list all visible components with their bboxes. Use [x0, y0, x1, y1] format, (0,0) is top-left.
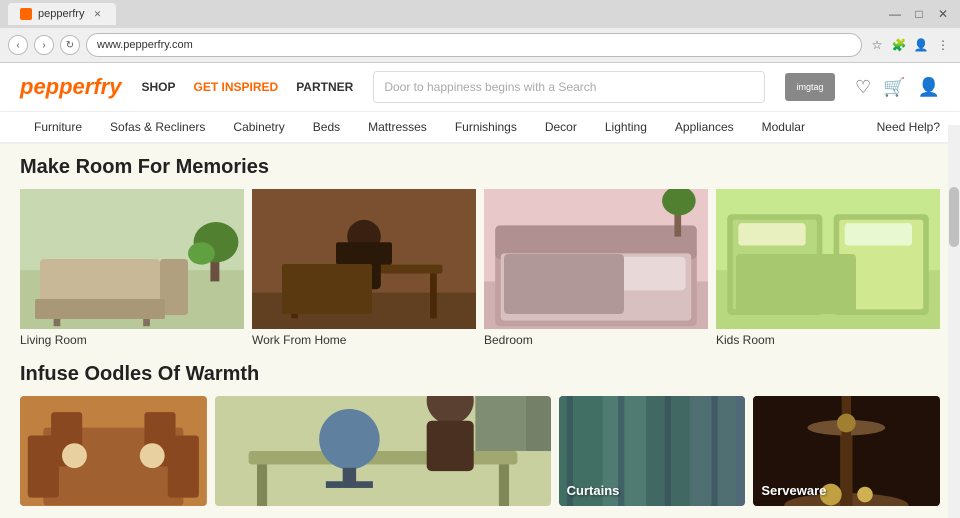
cat-furnishings[interactable]: Furnishings — [441, 112, 531, 142]
section-memories: Make Room For Memories — [20, 156, 940, 347]
site-header: pepperfry SHOP GET INSPIRED PARTNER Door… — [0, 63, 960, 112]
cat-mattresses[interactable]: Mattresses — [354, 112, 441, 142]
warmth-card-curtains[interactable]: Curtains — [559, 396, 746, 506]
tab-title: pepperfry — [38, 8, 84, 20]
cat-sofas[interactable]: Sofas & Recliners — [96, 112, 219, 142]
scrollbar-thumb[interactable] — [949, 187, 959, 247]
room-card-living[interactable]: Living Room — [20, 189, 244, 347]
warmth-curtains-label: Curtains — [567, 483, 620, 498]
room-card-work[interactable]: Work From Home — [252, 189, 476, 347]
header-icons: ♡ 🛒 👤 — [855, 77, 940, 98]
need-help[interactable]: Need Help? — [877, 112, 940, 142]
search-bar[interactable]: Door to happiness begins with a Search — [373, 71, 765, 103]
site-content: Make Room For Memories — [0, 144, 960, 518]
extension-icon[interactable]: 🧩 — [890, 36, 908, 54]
room-kids-label: Kids Room — [716, 333, 940, 347]
nav-shop[interactable]: SHOP — [141, 80, 175, 94]
search-placeholder: Door to happiness begins with a Search — [384, 80, 596, 94]
imgtag: imgtag — [785, 73, 835, 101]
cat-cabinetry[interactable]: Cabinetry — [219, 112, 298, 142]
browser-tab[interactable]: pepperfry ✕ — [8, 3, 116, 25]
browser-action-icons: ☆ 🧩 👤 ⋮ — [868, 36, 952, 54]
main-nav: SHOP GET INSPIRED PARTNER — [141, 80, 353, 94]
cat-furniture[interactable]: Furniture — [20, 112, 96, 142]
logo[interactable]: pepperfry — [20, 74, 121, 100]
profile-icon[interactable]: 👤 — [912, 36, 930, 54]
menu-icon[interactable]: ⋮ — [934, 36, 952, 54]
tab-favicon — [20, 8, 32, 20]
browser-controls: ‹ › ↻ www.pepperfry.com ☆ 🧩 👤 ⋮ — [0, 28, 960, 62]
forward-button[interactable]: › — [34, 35, 54, 55]
cat-modular[interactable]: Modular — [748, 112, 819, 142]
room-living-img — [20, 189, 244, 329]
bookmark-icon[interactable]: ☆ — [868, 36, 886, 54]
room-bedroom-img — [484, 189, 708, 329]
room-card-kids[interactable]: Kids Room — [716, 189, 940, 347]
section-warmth-title: Infuse Oodles Of Warmth — [20, 363, 940, 386]
warmth-serveware-label: Serveware — [761, 483, 826, 498]
category-nav: Furniture Sofas & Recliners Cabinetry Be… — [0, 112, 960, 144]
address-text: www.pepperfry.com — [97, 39, 193, 51]
warmth-card-serveware[interactable]: Serveware — [753, 396, 940, 506]
scrollbar-track[interactable] — [948, 125, 960, 518]
close-button[interactable]: ✕ — [934, 5, 952, 23]
nav-get-inspired[interactable]: GET INSPIRED — [194, 80, 279, 94]
room-work-img — [252, 189, 476, 329]
cat-decor[interactable]: Decor — [531, 112, 591, 142]
tab-close-button[interactable]: ✕ — [90, 7, 104, 21]
section-warmth: Infuse Oodles Of Warmth — [20, 363, 940, 506]
nav-partner[interactable]: PARTNER — [296, 80, 353, 94]
warmth-grid: Curtains — [20, 396, 940, 506]
room-kids-img — [716, 189, 940, 329]
refresh-button[interactable]: ↻ — [60, 35, 80, 55]
account-icon[interactable]: 👤 — [918, 77, 940, 98]
warmth-card-dining[interactable] — [20, 396, 207, 506]
wishlist-icon[interactable]: ♡ — [855, 77, 871, 98]
browser-titlebar: pepperfry ✕ — □ ✕ — [0, 0, 960, 28]
back-button[interactable]: ‹ — [8, 35, 28, 55]
address-bar[interactable]: www.pepperfry.com — [86, 33, 862, 57]
room-work-label: Work From Home — [252, 333, 476, 347]
room-card-bedroom[interactable]: Bedroom — [484, 189, 708, 347]
section-memories-title: Make Room For Memories — [20, 156, 940, 179]
maximize-button[interactable]: □ — [910, 5, 928, 23]
browser-chrome: pepperfry ✕ — □ ✕ ‹ › ↻ www.pepperfry.co… — [0, 0, 960, 63]
room-grid: Living Room — [20, 189, 940, 347]
minimize-button[interactable]: — — [886, 5, 904, 23]
room-bedroom-label: Bedroom — [484, 333, 708, 347]
cat-beds[interactable]: Beds — [299, 112, 354, 142]
room-living-label: Living Room — [20, 333, 244, 347]
cat-lighting[interactable]: Lighting — [591, 112, 661, 142]
cat-appliances[interactable]: Appliances — [661, 112, 748, 142]
cart-icon[interactable]: 🛒 — [883, 77, 905, 98]
warmth-card-study[interactable] — [215, 396, 551, 506]
